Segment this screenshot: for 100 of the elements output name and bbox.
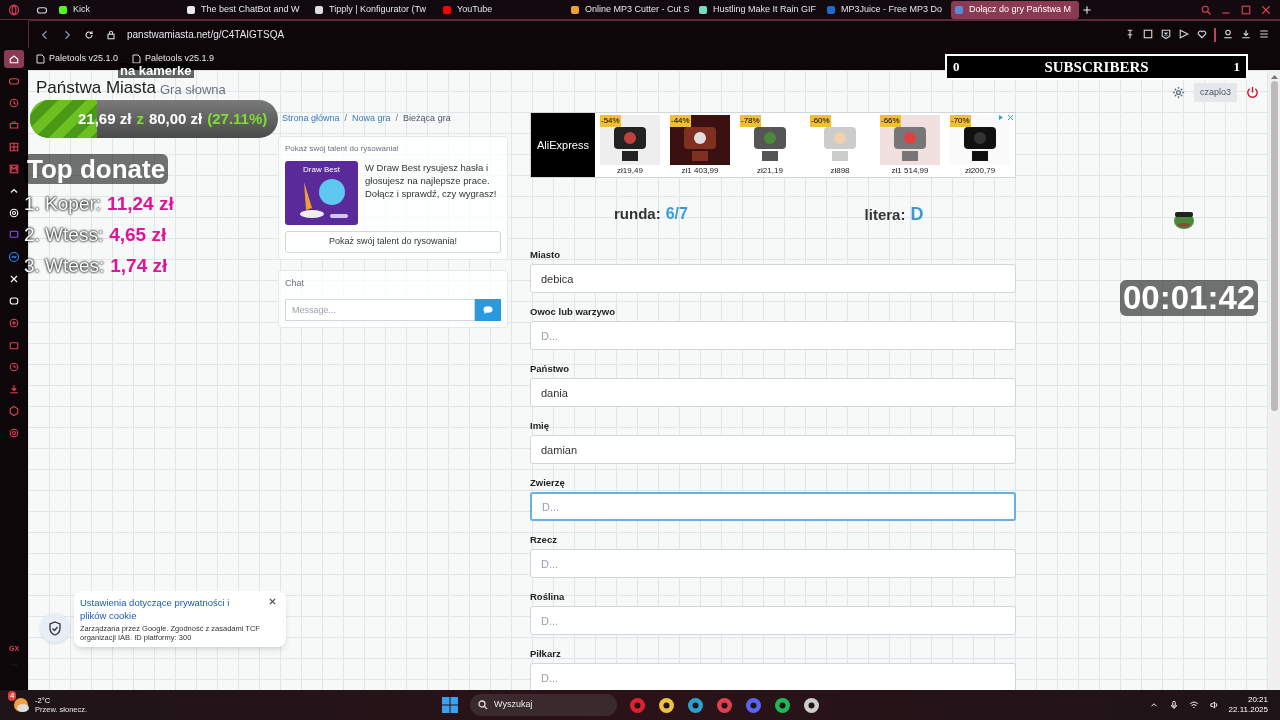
product-price: zł200,79 — [964, 165, 996, 177]
download-icon[interactable] — [1240, 27, 1252, 40]
favicon-icon — [570, 4, 580, 15]
messenger-icon[interactable] — [8, 251, 20, 263]
stream-timer: 00:01:42 — [1120, 280, 1259, 316]
donation-amount: 11,24 zł — [107, 192, 174, 216]
profile-icon[interactable] — [1222, 27, 1234, 40]
subscriber-goal: 1 — [1233, 58, 1240, 77]
browser-tab[interactable]: Hustling Make It Rain GIF — [695, 0, 823, 19]
browser-tab[interactable]: Tipply | Konfigurator (Tw — [311, 0, 439, 19]
donation-amount: 1,74 zł — [110, 254, 168, 278]
field-label: Miasto — [530, 248, 562, 262]
app-icon[interactable] — [803, 696, 820, 714]
username[interactable]: czaplo3 — [1193, 82, 1237, 103]
browser-tab[interactable]: YouTube — [439, 0, 567, 19]
field-label: Zwierzę — [530, 476, 566, 490]
promo-heading: Pokaż swój talent do rysowania! — [285, 143, 400, 155]
promo-image[interactable]: Draw Best — [285, 161, 358, 225]
bookmark[interactable]: Paletools v25.1.9 — [132, 52, 215, 66]
discount-badge: -66% — [880, 115, 901, 127]
x-icon[interactable] — [8, 273, 20, 285]
field-label: Piłkarz — [530, 647, 562, 661]
start-icon[interactable] — [442, 697, 458, 713]
scrollbar-thumb[interactable] — [1270, 81, 1278, 411]
favicon-icon — [698, 4, 708, 15]
answer-field[interactable]: dania — [530, 378, 1016, 408]
answer-field[interactable]: D... — [530, 492, 1016, 522]
goal-percent: (27.11%) — [207, 108, 268, 129]
volume-icon[interactable] — [1208, 700, 1219, 710]
close-icon[interactable] — [269, 598, 276, 605]
discount-badge: -54% — [600, 115, 621, 127]
page-icon — [36, 54, 45, 64]
bookmark[interactable]: Paletools v25.1.0 — [36, 52, 119, 66]
new-tab-icon[interactable] — [1081, 3, 1093, 16]
clock-date[interactable]: 22.11.2025 — [1228, 705, 1268, 715]
message-field[interactable]: Message... — [285, 298, 475, 321]
clock-time[interactable]: 20:21 — [1247, 695, 1268, 705]
microphone-icon[interactable] — [1168, 700, 1179, 710]
discount-badge: -70% — [950, 115, 971, 127]
answer-field[interactable]: D... — [530, 321, 1016, 351]
breadcrumb-separator: / — [395, 112, 399, 126]
grid-icon[interactable] — [8, 141, 20, 153]
breadcrumb-link[interactable]: Strona główna — [282, 112, 340, 126]
answer-field[interactable]: damian — [530, 435, 1016, 465]
goal-separator: z — [136, 108, 144, 129]
field-label: Rzecz — [530, 533, 558, 547]
answer-field[interactable]: D... — [530, 606, 1016, 636]
search-icon[interactable] — [1200, 3, 1212, 16]
snapshot-icon[interactable] — [1142, 27, 1154, 40]
weather-icon[interactable] — [12, 696, 30, 714]
power-icon[interactable] — [1245, 85, 1260, 100]
menu-icon[interactable] — [1258, 27, 1270, 40]
send-icon[interactable] — [1178, 27, 1190, 40]
field-label: Roślina — [530, 590, 566, 604]
promo-button[interactable]: Pokaż swój talent do rysowania! — [285, 231, 501, 253]
reload-icon[interactable] — [83, 28, 95, 41]
donation-amount: 4,65 zł — [109, 223, 167, 247]
field-label: Owoc lub warzywo — [530, 305, 616, 319]
favicon-icon — [58, 4, 68, 15]
chat-title: Chat — [285, 277, 305, 290]
product-price: zł1 514,99 — [891, 165, 929, 177]
privacy-button[interactable] — [40, 613, 70, 643]
bag-icon[interactable] — [8, 339, 20, 351]
favicon-icon — [954, 4, 964, 15]
breadcrumb-link[interactable]: Nowa gra — [352, 112, 391, 126]
answer-field[interactable]: D... — [530, 549, 1016, 579]
lock-icon[interactable] — [105, 28, 117, 41]
site-subtitle: Gra słowna — [160, 82, 226, 97]
product-price: zł21,19 — [757, 165, 783, 177]
address-field[interactable]: panstwamiasta.net/g/C4TAIGTSQA — [127, 27, 427, 42]
ad-banner[interactable]: AliExpress -54% zł19,49 -44% zł1 403,99 -78% zł21,19 -60% zł898 -66% zł1 514,99 -70% zł200,79 — [530, 112, 1016, 178]
round-value: 6/7 — [665, 204, 688, 224]
answer-field[interactable]: D... — [530, 663, 1016, 690]
browser-tab[interactable]: MP3Juice - Free MP3 Do — [823, 0, 951, 19]
cube-icon[interactable] — [8, 405, 20, 417]
home-icon[interactable] — [8, 53, 20, 65]
subscriber-count: 0 — [953, 58, 960, 77]
block-icon[interactable] — [1160, 27, 1172, 40]
goal-raised: 21,69 zł — [78, 108, 132, 129]
letter-label: litera: — [864, 204, 906, 225]
send-button[interactable] — [475, 298, 501, 321]
ad-brand[interactable]: AliExpress — [531, 113, 595, 177]
browser-tab[interactable]: The best ChatBot and W — [183, 0, 311, 19]
scroll-up-icon[interactable] — [1270, 74, 1278, 79]
browser-tab[interactable]: Dołącz do gry Państwa M — [951, 0, 1079, 19]
browser-tab[interactable]: Online MP3 Cutter - Cut S — [567, 0, 695, 19]
ad-choices-icon[interactable] — [998, 114, 1014, 121]
taskbar-search-field[interactable]: Wyszukaj — [470, 694, 617, 716]
heart-icon[interactable] — [1196, 27, 1208, 40]
browser-tab[interactable]: Kick — [55, 0, 183, 19]
maximize-icon[interactable] — [1240, 3, 1252, 16]
close-icon[interactable] — [1260, 3, 1272, 16]
product-price: zł898 — [830, 165, 850, 177]
cookie-title[interactable]: Ustawienia dotyczące prywatności i plików cookie — [80, 596, 250, 622]
history-icon[interactable] — [8, 361, 20, 373]
wifi-icon[interactable] — [1188, 700, 1199, 710]
record-icon[interactable] — [8, 317, 20, 329]
search-icon — [478, 700, 488, 710]
site-title[interactable]: Państwa Miasta — [36, 79, 156, 97]
answer-field[interactable]: debica — [530, 264, 1016, 294]
